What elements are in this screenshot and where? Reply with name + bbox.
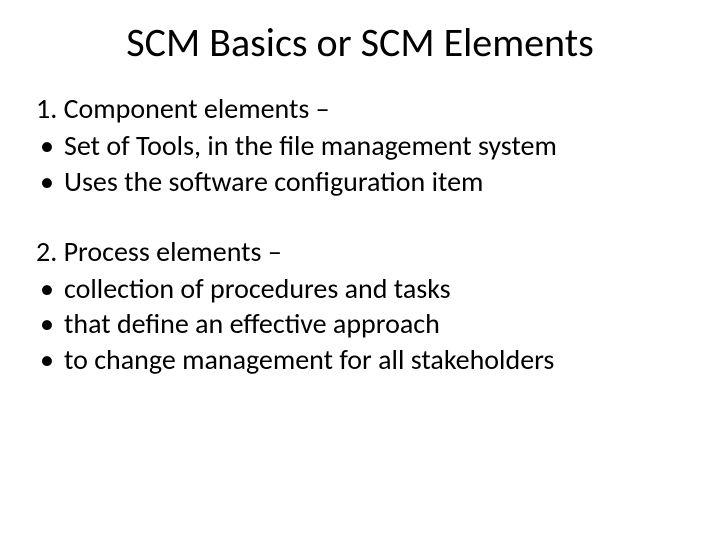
list-item: Uses the software configuration item xyxy=(36,164,692,200)
list-item: Set of Tools, in the file management sys… xyxy=(36,128,692,164)
list-item: collection of procedures and tasks xyxy=(36,271,692,307)
section-1-bullets: Set of Tools, in the file management sys… xyxy=(28,128,692,200)
section-2-heading: 2. Process elements – xyxy=(28,234,692,269)
section-2-bullets: collection of procedures and tasks that … xyxy=(28,271,692,378)
list-item: to change management for all stakeholder… xyxy=(36,342,692,378)
slide-title: SCM Basics or SCM Elements xyxy=(28,18,692,67)
slide: SCM Basics or SCM Elements 1. Component … xyxy=(0,0,720,540)
section-1-heading: 1. Component elements – xyxy=(28,91,692,126)
list-item: that define an effective approach xyxy=(36,306,692,342)
